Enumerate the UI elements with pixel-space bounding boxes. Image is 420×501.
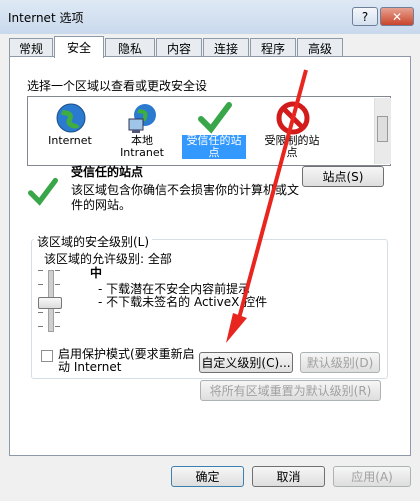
tab-security[interactable]: 安全 [54, 36, 104, 58]
internet-options-window: Internet 选项 ? ✕ 常规 安全 隐私 内容 连接 程序 高级 选择一… [0, 0, 420, 501]
red-arrow-annotation [226, 69, 308, 343]
